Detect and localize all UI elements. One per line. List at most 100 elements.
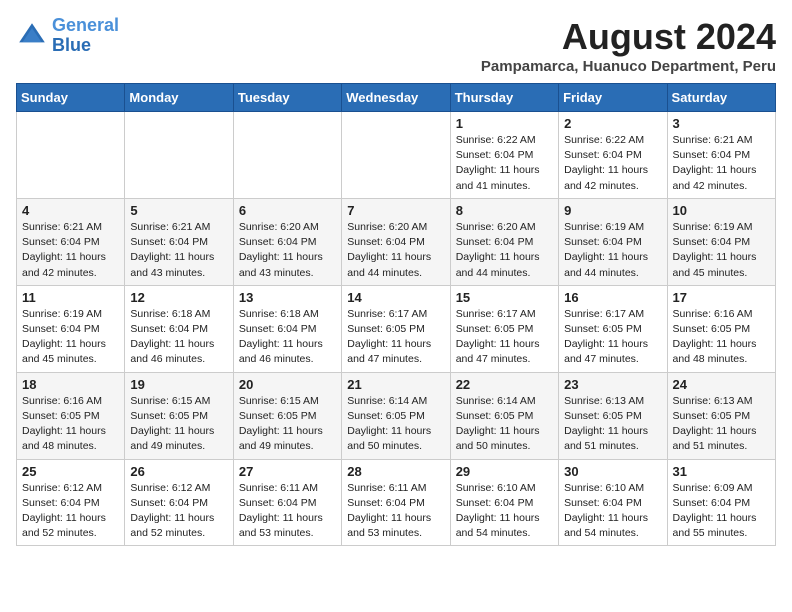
- day-number: 11: [22, 290, 119, 305]
- calendar-day-cell: 15 Sunrise: 6:17 AM Sunset: 6:05 PM Dayli…: [450, 285, 558, 372]
- calendar-body: 1 Sunrise: 6:22 AM Sunset: 6:04 PM Daylig…: [17, 112, 776, 546]
- day-number: 28: [347, 464, 444, 479]
- calendar-day-cell: 19 Sunrise: 6:15 AM Sunset: 6:05 PM Dayli…: [125, 372, 233, 459]
- day-number: 9: [564, 203, 661, 218]
- day-info: Sunrise: 6:18 AM Sunset: 6:04 PM Dayligh…: [239, 307, 336, 368]
- calendar-day-cell: 7 Sunrise: 6:20 AM Sunset: 6:04 PM Daylig…: [342, 198, 450, 285]
- location-title: Pampamarca, Huanuco Department, Peru: [481, 58, 776, 75]
- day-number: 13: [239, 290, 336, 305]
- calendar-day-cell: 4Sunrise: 6:21 AM Sunset: 6:04 PM Daylig…: [17, 198, 125, 285]
- calendar-day-cell: 20 Sunrise: 6:15 AM Sunset: 6:05 PM Dayli…: [233, 372, 341, 459]
- day-info: Sunrise: 6:19 AM Sunset: 6:04 PM Dayligh…: [564, 220, 661, 281]
- day-info: Sunrise: 6:20 AM Sunset: 6:04 PM Dayligh…: [456, 220, 553, 281]
- calendar-day-cell: 13 Sunrise: 6:18 AM Sunset: 6:04 PM Dayli…: [233, 285, 341, 372]
- day-info: Sunrise: 6:17 AM Sunset: 6:05 PM Dayligh…: [564, 307, 661, 368]
- calendar-day-cell: 12 Sunrise: 6:18 AM Sunset: 6:04 PM Dayli…: [125, 285, 233, 372]
- day-info: Sunrise: 6:21 AM Sunset: 6:04 PM Dayligh…: [130, 220, 227, 281]
- calendar-day-cell: 2Sunrise: 6:22 AM Sunset: 6:04 PM Daylig…: [559, 112, 667, 199]
- calendar-week-row: 4 Sunrise: 6:21 AM Sunset: 6:04 PM Daylig…: [17, 198, 776, 285]
- day-number: 17: [673, 290, 770, 305]
- weekday-header-cell: Sunday: [17, 84, 125, 112]
- day-info: Sunrise: 6:10 AM Sunset: 6:04 PM Dayligh…: [564, 481, 661, 542]
- calendar-day-cell: 17 Sunrise: 6:16 AM Sunset: 6:05 PM Dayli…: [667, 285, 775, 372]
- day-number: 19: [130, 377, 227, 392]
- weekday-header-cell: Friday: [559, 84, 667, 112]
- day-number: 21: [347, 377, 444, 392]
- day-number: 30: [564, 464, 661, 479]
- day-number: 16: [564, 290, 661, 305]
- day-info: Sunrise: 6:16 AM Sunset: 6:05 PM Dayligh…: [22, 394, 119, 455]
- day-info: Sunrise: 6:21 AM Sunset: 6:04 PM Dayligh…: [673, 133, 770, 194]
- calendar-table: SundayMondayTuesdayWednesdayThursdayFrid…: [16, 83, 776, 546]
- day-number: 18: [22, 377, 119, 392]
- day-number: 23: [564, 377, 661, 392]
- calendar-week-row: 25 Sunrise: 6:12 AM Sunset: 6:04 PM Dayli…: [17, 459, 776, 546]
- day-number: 1: [456, 116, 553, 131]
- logo-text: General Blue: [52, 16, 119, 56]
- day-info: Sunrise: 6:17 AM Sunset: 6:05 PM Dayligh…: [347, 307, 444, 368]
- weekday-header-cell: Tuesday: [233, 84, 341, 112]
- day-number: 12: [130, 290, 227, 305]
- day-info: Sunrise: 6:12 AM Sunset: 6:04 PM Dayligh…: [22, 481, 119, 542]
- calendar-day-cell: 31 Sunrise: 6:09 AM Sunset: 6:04 PM Dayli…: [667, 459, 775, 546]
- day-info: Sunrise: 6:15 AM Sunset: 6:05 PM Dayligh…: [130, 394, 227, 455]
- day-number: 4: [22, 203, 119, 218]
- day-info: Sunrise: 6:17 AM Sunset: 6:05 PM Dayligh…: [456, 307, 553, 368]
- day-number: 26: [130, 464, 227, 479]
- day-number: 29: [456, 464, 553, 479]
- day-number: 5: [130, 203, 227, 218]
- calendar-day-cell: 22Sunrise: 6:14 AM Sunset: 6:05 PM Dayli…: [450, 372, 558, 459]
- day-info: Sunrise: 6:13 AM Sunset: 6:05 PM Dayligh…: [564, 394, 661, 455]
- calendar-week-row: 1 Sunrise: 6:22 AM Sunset: 6:04 PM Daylig…: [17, 112, 776, 199]
- calendar-day-cell: 21 Sunrise: 6:14 AM Sunset: 6:05 PM Dayli…: [342, 372, 450, 459]
- day-number: 25: [22, 464, 119, 479]
- day-number: 20: [239, 377, 336, 392]
- day-info: Sunrise: 6:14 AM Sunset: 6:05 PM Dayligh…: [347, 394, 444, 455]
- calendar-day-cell: [342, 112, 450, 199]
- calendar-day-cell: 16 Sunrise: 6:17 AM Sunset: 6:05 PM Dayli…: [559, 285, 667, 372]
- day-number: 31: [673, 464, 770, 479]
- day-info: Sunrise: 6:19 AM Sunset: 6:04 PM Dayligh…: [673, 220, 770, 281]
- weekday-header-cell: Wednesday: [342, 84, 450, 112]
- day-info: Sunrise: 6:19 AM Sunset: 6:04 PM Dayligh…: [22, 307, 119, 368]
- day-info: Sunrise: 6:22 AM Sunset: 6:04 PM Dayligh…: [456, 133, 553, 194]
- day-info: Sunrise: 6:20 AM Sunset: 6:04 PM Dayligh…: [239, 220, 336, 281]
- day-number: 3: [673, 116, 770, 131]
- calendar-day-cell: 26 Sunrise: 6:12 AM Sunset: 6:04 PM Dayli…: [125, 459, 233, 546]
- calendar-day-cell: 8 Sunrise: 6:20 AM Sunset: 6:04 PM Daylig…: [450, 198, 558, 285]
- calendar-week-row: 18 Sunrise: 6:16 AM Sunset: 6:05 PM Dayli…: [17, 372, 776, 459]
- day-number: 7: [347, 203, 444, 218]
- page-header: General Blue August 2024 Pampamarca, Hua…: [16, 16, 776, 75]
- day-info: Sunrise: 6:20 AM Sunset: 6:04 PM Dayligh…: [347, 220, 444, 281]
- calendar-day-cell: 3 Sunrise: 6:21 AM Sunset: 6:04 PM Daylig…: [667, 112, 775, 199]
- day-info: Sunrise: 6:18 AM Sunset: 6:04 PM Dayligh…: [130, 307, 227, 368]
- title-block: August 2024 Pampamarca, Huanuco Departme…: [481, 16, 776, 75]
- calendar-day-cell: 23 Sunrise: 6:13 AM Sunset: 6:05 PM Dayli…: [559, 372, 667, 459]
- day-number: 14: [347, 290, 444, 305]
- day-info: Sunrise: 6:16 AM Sunset: 6:05 PM Dayligh…: [673, 307, 770, 368]
- day-info: Sunrise: 6:13 AM Sunset: 6:05 PM Dayligh…: [673, 394, 770, 455]
- calendar-day-cell: 25 Sunrise: 6:12 AM Sunset: 6:04 PM Dayli…: [17, 459, 125, 546]
- day-number: 27: [239, 464, 336, 479]
- day-number: 8: [456, 203, 553, 218]
- calendar-day-cell: [233, 112, 341, 199]
- calendar-day-cell: 11 Sunrise: 6:19 AM Sunset: 6:04 PM Dayli…: [17, 285, 125, 372]
- weekday-header-row: SundayMondayTuesdayWednesdayThursdayFrid…: [17, 84, 776, 112]
- calendar-day-cell: 28Sunrise: 6:11 AM Sunset: 6:04 PM Dayli…: [342, 459, 450, 546]
- day-info: Sunrise: 6:12 AM Sunset: 6:04 PM Dayligh…: [130, 481, 227, 542]
- day-info: Sunrise: 6:11 AM Sunset: 6:04 PM Dayligh…: [239, 481, 336, 542]
- day-number: 24: [673, 377, 770, 392]
- day-number: 15: [456, 290, 553, 305]
- month-title: August 2024: [481, 16, 776, 58]
- weekday-header-cell: Monday: [125, 84, 233, 112]
- calendar-day-cell: [17, 112, 125, 199]
- calendar-day-cell: 29 Sunrise: 6:10 AM Sunset: 6:04 PM Dayli…: [450, 459, 558, 546]
- day-info: Sunrise: 6:15 AM Sunset: 6:05 PM Dayligh…: [239, 394, 336, 455]
- logo-icon: [16, 20, 48, 52]
- weekday-header-cell: Saturday: [667, 84, 775, 112]
- day-info: Sunrise: 6:10 AM Sunset: 6:04 PM Dayligh…: [456, 481, 553, 542]
- day-info: Sunrise: 6:09 AM Sunset: 6:04 PM Dayligh…: [673, 481, 770, 542]
- day-info: Sunrise: 6:22 AM Sunset: 6:04 PM Dayligh…: [564, 133, 661, 194]
- day-info: Sunrise: 6:14 AM Sunset: 6:05 PM Dayligh…: [456, 394, 553, 455]
- logo: General Blue: [16, 16, 119, 56]
